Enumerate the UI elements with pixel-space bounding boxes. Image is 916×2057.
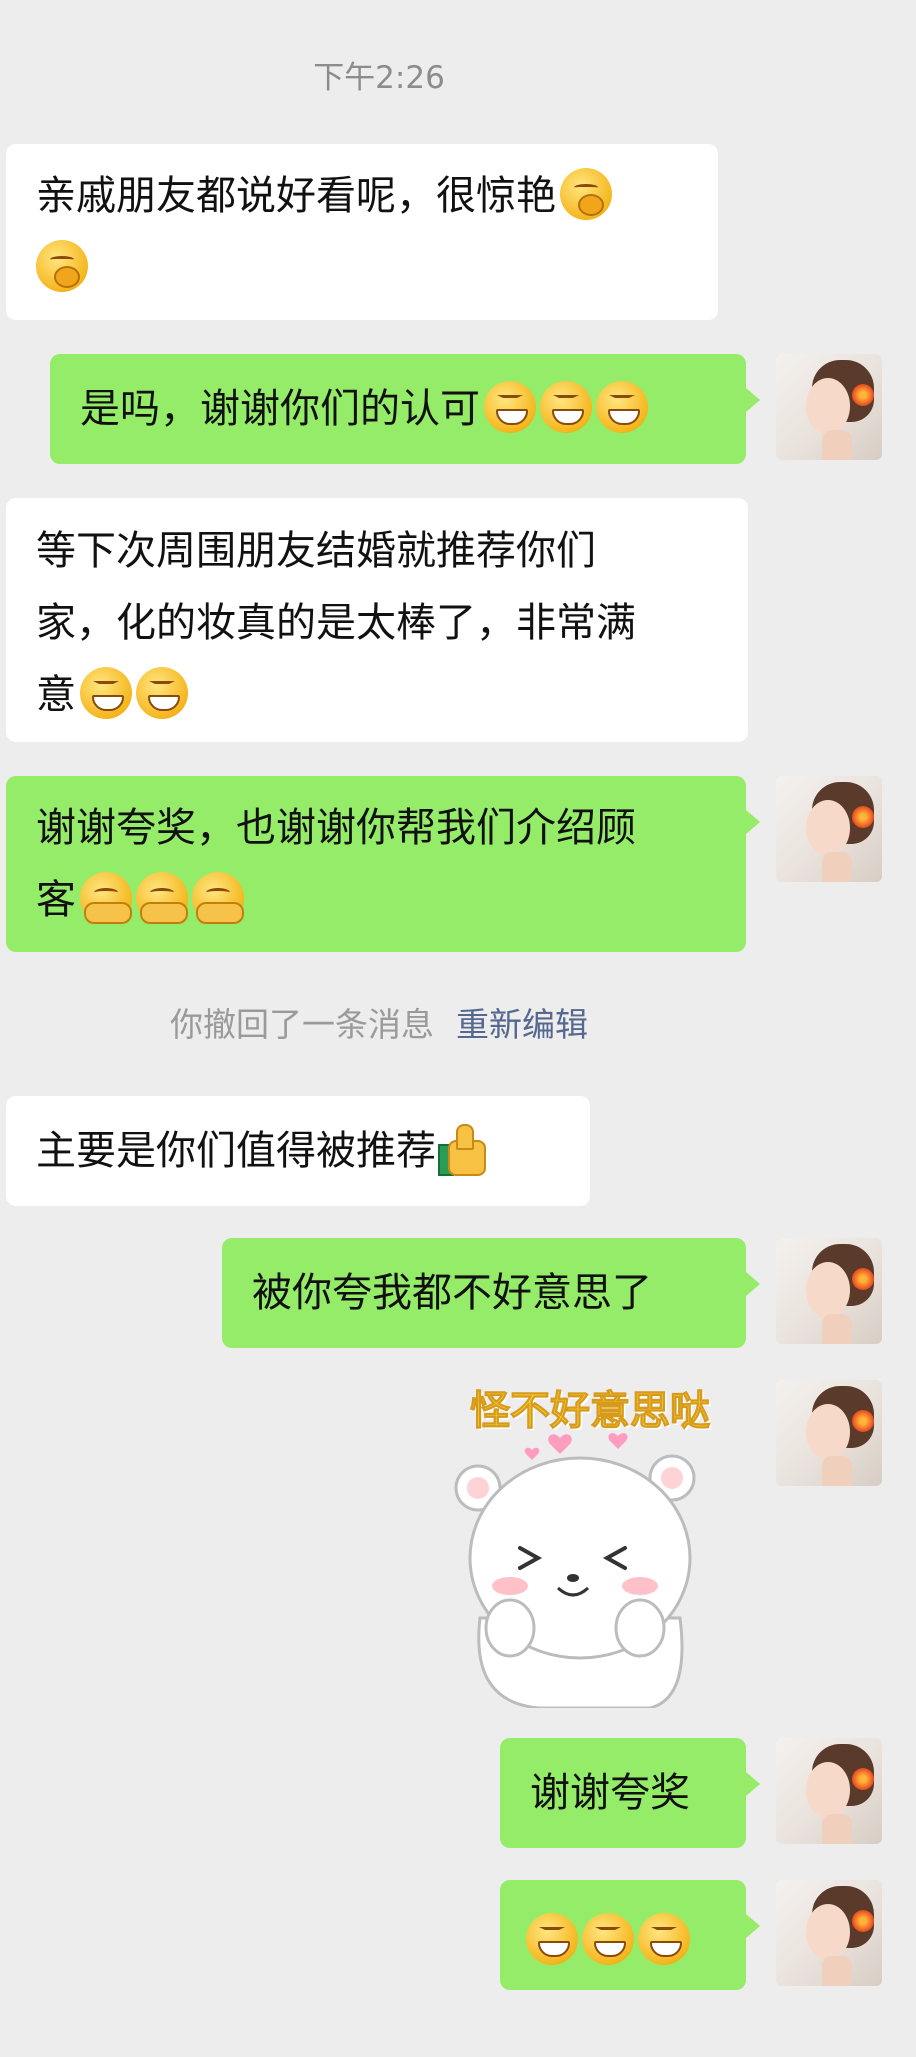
user-avatar[interactable] xyxy=(776,1380,882,1486)
hugging-face-emoji-icon xyxy=(80,872,132,924)
message-bubble-outgoing[interactable]: 谢谢夸奖 xyxy=(500,1738,760,1848)
thinking-face-emoji-icon xyxy=(36,240,88,292)
grinning-squint-emoji-icon xyxy=(136,667,188,719)
user-avatar[interactable] xyxy=(776,1880,882,1986)
message-text-line: 客 xyxy=(36,877,76,923)
message-text: 谢谢夸奖 xyxy=(530,1770,690,1816)
grinning-squint-emoji-icon xyxy=(540,381,592,433)
message-bubble-incoming[interactable]: 等下次周围朋友结婚就推荐你们 家，化的妆真的是太棒了，非常满 意 xyxy=(6,498,748,742)
grinning-squint-emoji-icon xyxy=(80,667,132,719)
hugging-face-emoji-icon xyxy=(192,872,244,924)
message-bubble-outgoing[interactable] xyxy=(500,1880,760,1990)
message-text-line: 意 xyxy=(36,672,76,718)
grinning-squint-emoji-icon xyxy=(638,1913,690,1965)
message-bubble-incoming[interactable]: 亲戚朋友都说好看呢，很惊艳 xyxy=(6,144,718,320)
shy-white-bear-sticker[interactable]: 怪不好意思哒 xyxy=(440,1378,740,1708)
timestamp: 下午2:26 xyxy=(313,60,445,96)
recall-notice-text: 你撤回了一条消息 xyxy=(170,1005,434,1044)
user-avatar[interactable] xyxy=(776,1738,882,1844)
grinning-squint-emoji-icon xyxy=(582,1913,634,1965)
thumbs-up-emoji-icon xyxy=(438,1124,486,1176)
message-bubble-outgoing[interactable]: 谢谢夸奖，也谢谢你帮我们介绍顾 客 xyxy=(6,776,760,952)
recall-notice: 你撤回了一条消息 重新编辑 xyxy=(0,998,758,1046)
hugging-face-emoji-icon xyxy=(136,872,188,924)
message-text-line: 家，化的妆真的是太棒了，非常满 xyxy=(36,600,636,646)
re-edit-link[interactable]: 重新编辑 xyxy=(456,1005,588,1044)
message-text-line: 等下次周围朋友结婚就推荐你们 xyxy=(36,528,596,574)
message-text: 亲戚朋友都说好看呢，很惊艳 xyxy=(36,173,556,219)
message-text: 主要是你们值得被推荐 xyxy=(36,1128,436,1174)
message-bubble-outgoing[interactable]: 是吗，谢谢你们的认可 xyxy=(50,354,760,464)
grinning-squint-emoji-icon xyxy=(526,1913,578,1965)
user-avatar[interactable] xyxy=(776,1238,882,1344)
message-bubble-incoming[interactable]: 主要是你们值得被推荐 xyxy=(6,1096,590,1206)
message-text-line: 谢谢夸奖，也谢谢你帮我们介绍顾 xyxy=(36,805,636,851)
message-text: 被你夸我都不好意思了 xyxy=(252,1270,652,1316)
bear-sticker-icon xyxy=(454,1433,696,1708)
message-text: 是吗，谢谢你们的认可 xyxy=(80,386,480,432)
grinning-squint-emoji-icon xyxy=(484,381,536,433)
message-bubble-outgoing[interactable]: 被你夸我都不好意思了 xyxy=(222,1238,760,1348)
user-avatar[interactable] xyxy=(776,354,882,460)
thinking-face-emoji-icon xyxy=(560,168,612,220)
grinning-squint-emoji-icon xyxy=(596,381,648,433)
user-avatar[interactable] xyxy=(776,776,882,882)
